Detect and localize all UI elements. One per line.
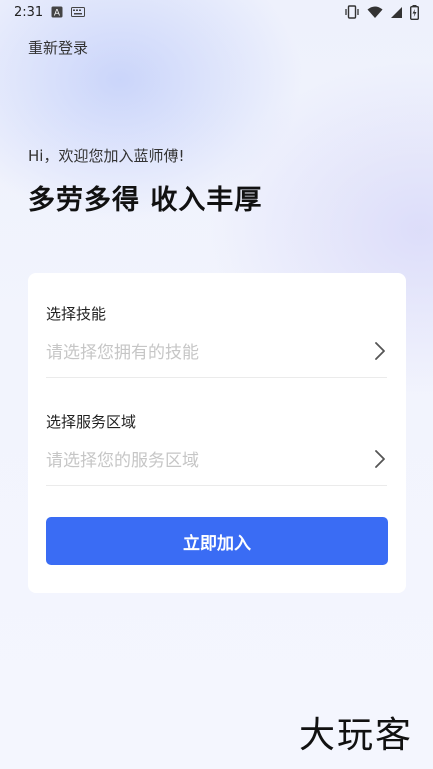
relogin-button[interactable]: 重新登录 — [28, 37, 88, 58]
status-time: 2:31 — [14, 4, 44, 20]
svg-text:A: A — [54, 9, 61, 19]
signal-icon — [390, 6, 403, 19]
skills-field: 选择技能 请选择您拥有的技能 — [46, 303, 387, 378]
page-title: 多劳多得 收入丰厚 — [28, 185, 263, 216]
service-area-selector[interactable]: 请选择您的服务区域 — [46, 446, 387, 486]
chevron-right-icon — [373, 448, 387, 470]
vibrate-icon — [344, 5, 360, 19]
keyboard-icon — [71, 7, 86, 17]
join-form-card: 选择技能 请选择您拥有的技能 选择服务区域 请选择您的服务区域 立即加入 — [28, 273, 406, 593]
status-right — [344, 4, 419, 20]
battery-charging-icon — [410, 4, 419, 20]
chevron-right-icon — [373, 340, 387, 362]
skills-placeholder: 请选择您拥有的技能 — [46, 343, 199, 363]
join-now-button[interactable]: 立即加入 — [46, 517, 388, 565]
skills-selector[interactable]: 请选择您拥有的技能 — [46, 338, 387, 378]
greeting-text: Hi，欢迎您加入蓝师傅! — [28, 147, 185, 165]
service-area-placeholder: 请选择您的服务区域 — [46, 451, 199, 471]
skills-label: 选择技能 — [46, 305, 107, 323]
status-left: 2:31 A — [14, 4, 86, 20]
a-badge-icon: A — [51, 6, 63, 18]
service-area-label: 选择服务区域 — [46, 413, 137, 431]
service-area-field: 选择服务区域 请选择您的服务区域 — [46, 411, 387, 486]
status-bar: 2:31 A — [0, 0, 433, 24]
watermark-logo: 大玩客 — [298, 715, 413, 756]
wifi-icon — [367, 6, 383, 19]
